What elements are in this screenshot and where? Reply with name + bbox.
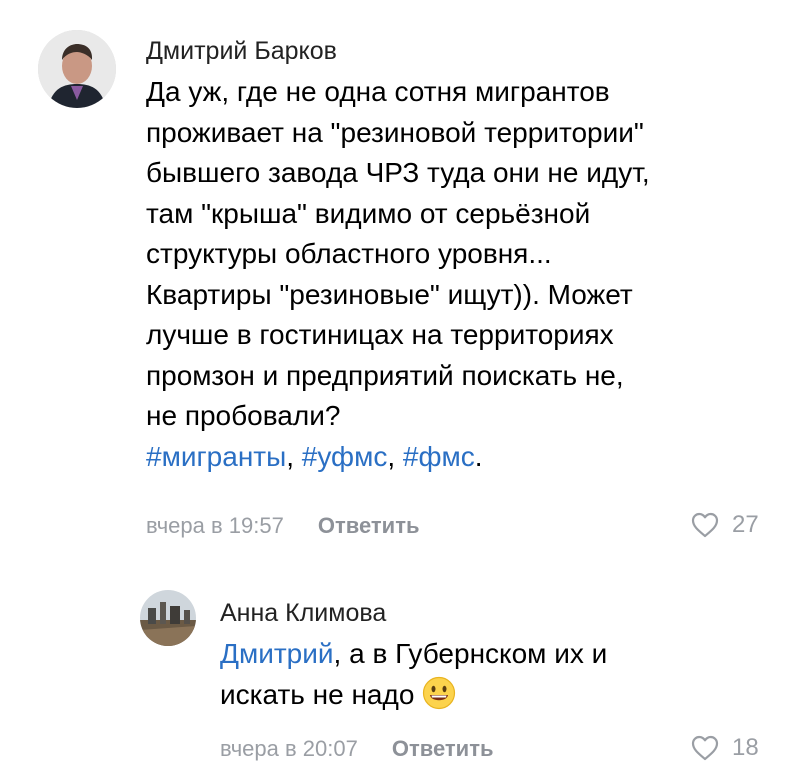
comment-text-line: не пробовали? [146,400,341,431]
comment-reply: Анна Климова Дмитрий, а в Губернском их … [0,560,800,781]
avatar-photo [140,590,196,646]
heart-icon [690,734,720,762]
comment-text-line: промзон и предприятий поискать не, [146,359,624,391]
comment-text: Да уж, где не одна сотня мигрантов прожи… [146,72,650,477]
comment-text: Дмитрий, а в Губернском их и искать не н… [220,634,607,721]
mention-link[interactable]: Дмитрий [220,638,334,669]
comment-1: Дмитрий Барков Да уж, где не одна сотня … [0,0,800,560]
like-count: 27 [732,511,759,538]
tag-separator: , [286,440,302,472]
comment-text-line: Дмитрий, а в Губернском их и [220,634,607,675]
comment-time: вчера в 19:57 [146,513,284,538]
heart-icon [690,511,720,539]
comment-author[interactable]: Анна Климова [220,598,386,628]
avatar[interactable] [38,30,116,108]
like-count: 18 [732,734,759,761]
hashtag-link[interactable]: #уфмс [302,441,388,472]
comment-text-line: искать не надо [220,675,607,722]
tag-separator: , [387,440,403,472]
tag-end: . [474,440,483,472]
like-button[interactable]: 18 [690,734,759,762]
hashtag-line: #мигранты, #уфмс, #фмс. [146,437,650,478]
comment-time: вчера в 20:07 [220,736,358,761]
hashtag-link[interactable]: #фмс [403,441,475,472]
comment-text-line: проживает на "резиновой территории" [146,116,644,148]
reply-button[interactable]: Ответить [392,735,494,763]
comment-meta: вчера в 19:57 Ответить [146,512,420,540]
avatar-photo [38,30,116,108]
reply-button[interactable]: Ответить [318,512,420,540]
comment-meta: вчера в 20:07 Ответить [220,735,494,763]
comment-author[interactable]: Дмитрий Барков [146,36,337,66]
comment-text-line: Квартиры "резиновые" ищут)). Может [146,278,633,310]
comment-text-line: Да уж, где не одна сотня мигрантов [146,76,610,107]
hashtag-link[interactable]: #мигранты [146,441,286,472]
comment-text-line: бывшего завода ЧРЗ туда они не идут, [146,157,650,188]
comment-text-fragment: искать не надо [220,678,415,710]
comment-text-line: структуры областного уровня... [146,238,552,269]
avatar[interactable] [140,590,196,646]
comment-text-line: лучше в гостиницах на территориях [146,319,614,350]
smiling-face-emoji-icon [422,676,456,722]
comment-text-line: там "крыша" видимо от серьёзной [146,197,591,229]
like-button[interactable]: 27 [690,511,759,539]
comment-text-fragment: , а в Губернском их и [333,638,608,669]
